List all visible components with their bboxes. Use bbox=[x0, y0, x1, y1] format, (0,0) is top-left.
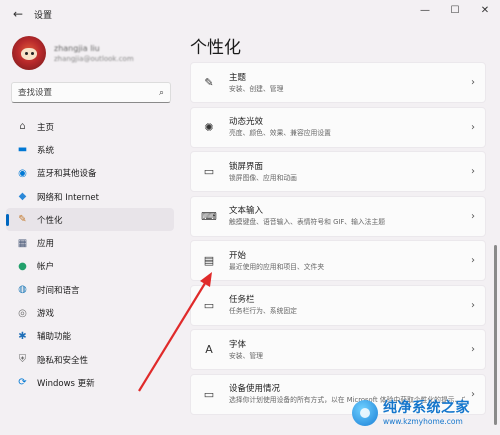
sidebar-item-11[interactable]: ⛨ 隐私和安全性 bbox=[6, 348, 174, 371]
sidebar-item-label: 主页 bbox=[37, 122, 55, 133]
gamepad-icon: ◎ bbox=[18, 307, 27, 319]
card-description: 亮度、颜色、效果、兼容应用设置 bbox=[229, 129, 331, 137]
monitor-icon: ▬ bbox=[17, 144, 28, 156]
card-title: 开始 bbox=[229, 250, 247, 261]
card-title: 任务栏 bbox=[229, 295, 255, 305]
windows-update-icon: ⟳ bbox=[18, 377, 27, 389]
chevron-right-icon: › bbox=[471, 210, 475, 222]
card-description: 锁屏图像、应用和动画 bbox=[229, 173, 297, 182]
sidebar-item-5[interactable]: ✎ 个性化 bbox=[6, 208, 174, 232]
keyboard-icon: ⌨ bbox=[201, 209, 217, 223]
close-button[interactable]: ✕ bbox=[470, 0, 500, 20]
user-profile[interactable]: zhangjia liu zhangjia@outlook.com bbox=[12, 36, 134, 70]
avatar[interactable] bbox=[12, 36, 46, 70]
fonts-icon: A bbox=[205, 343, 213, 356]
app-title: 设置 bbox=[34, 10, 53, 21]
settings-card-2[interactable]: ✺ 动态光效亮度、颜色、效果、兼容应用设置 › bbox=[190, 106, 486, 148]
card-title: 文本输入 bbox=[229, 206, 264, 216]
sidebar-item-12[interactable]: ⟳ Windows 更新 bbox=[6, 371, 174, 394]
settings-card-3[interactable]: ▭ 锁屏界面 锁屏图像、应用和动画 › bbox=[190, 151, 486, 192]
card-description: 安装、创建、管理 bbox=[229, 84, 284, 93]
device-usage-icon: ▭ bbox=[203, 387, 215, 401]
accessibility-icon: ✱ bbox=[18, 330, 27, 342]
profile-name: zhangjia liu bbox=[54, 43, 100, 53]
profile-email: zhangjia@outlook.com bbox=[54, 54, 134, 63]
settings-card-5[interactable]: ▤ 开始 最近使用的应用和项目、文件夹 › bbox=[190, 240, 486, 281]
sidebar-item-8[interactable]: ◍ 时间和语言 bbox=[6, 278, 174, 301]
search-input[interactable] bbox=[18, 87, 159, 98]
sidebar-item-label: 蓝牙和其他设备 bbox=[37, 169, 97, 180]
sidebar-item-3[interactable]: ◉ 蓝牙和其他设备 bbox=[6, 162, 174, 185]
window-controls: — ☐ ✕ bbox=[410, 0, 500, 22]
sidebar-item-label: 网络和 Internet bbox=[37, 192, 99, 203]
sidebar-item-label: 隐私和安全性 bbox=[37, 355, 89, 366]
sidebar-item-9[interactable]: ◎ 游戏 bbox=[6, 301, 174, 324]
dynamic-lighting-icon: ✺ bbox=[204, 120, 214, 134]
search-box[interactable]: ⌕ bbox=[11, 82, 171, 103]
sidebar-item-label: 个性化 bbox=[37, 215, 63, 226]
card-description: 最近使用的应用和项目、文件夹 bbox=[229, 262, 325, 271]
sidebar-item-10[interactable]: ✱ 辅助功能 bbox=[6, 325, 174, 348]
apps-icon: ▦ bbox=[17, 237, 28, 249]
search-icon[interactable]: ⌕ bbox=[159, 88, 164, 98]
sidebar-item-label: 系统 bbox=[37, 145, 55, 156]
settings-card-7[interactable]: A 字体 安装、管理 › bbox=[190, 329, 486, 370]
theme-brush-icon: ✎ bbox=[204, 76, 214, 89]
settings-card-1[interactable]: ✎ 主题 安装、创建、管理 › bbox=[190, 62, 486, 103]
sidebar-item-label: 游戏 bbox=[37, 309, 55, 320]
taskbar-icon: ▭ bbox=[203, 298, 215, 312]
paintbrush-icon: ✎ bbox=[18, 214, 27, 226]
bluetooth-devices-icon: ◉ bbox=[18, 167, 27, 179]
sidebar-nav: ⌂ 主页 ▬ 系统 ◉ 蓝牙和其他设备 ◆ 网络和 Internet ✎ 个性化 ▦ 应用 ● 帐户 ◍ 时间… bbox=[6, 115, 174, 395]
settings-card-6[interactable]: ▭ 任务栏任务栏行为、系统固定 › bbox=[190, 284, 486, 326]
wifi-icon: ◆ bbox=[18, 191, 27, 203]
globe-clock-icon: ◍ bbox=[18, 284, 27, 296]
maximize-button[interactable]: ☐ bbox=[440, 0, 470, 20]
card-title: 动态光效 bbox=[229, 117, 264, 127]
title-bar: ← 设置 — ☐ ✕ bbox=[0, 0, 500, 28]
sidebar-item-label: 应用 bbox=[37, 239, 55, 250]
back-arrow-icon[interactable]: ← bbox=[6, 2, 30, 26]
card-title: 锁屏界面 bbox=[229, 161, 264, 172]
chevron-right-icon: › bbox=[471, 77, 475, 88]
watermark: 纯净系统之家 www.kzmyhome.com bbox=[352, 394, 497, 432]
chevron-right-icon: › bbox=[471, 121, 475, 133]
minimize-button[interactable]: — bbox=[410, 0, 440, 20]
account-icon: ● bbox=[18, 260, 27, 272]
settings-card-4[interactable]: ⌨ 文本输入触摸键盘、语音输入、表情符号和 GIF、输入法主题 › bbox=[190, 195, 486, 237]
page-title: 个性化 bbox=[190, 38, 241, 58]
sidebar-item-6[interactable]: ▦ 应用 bbox=[6, 231, 174, 254]
start-menu-icon: ▤ bbox=[203, 254, 215, 267]
watermark-logo-icon bbox=[352, 400, 378, 426]
chevron-right-icon: › bbox=[471, 166, 475, 177]
sidebar-item-label: 辅助功能 bbox=[37, 332, 72, 343]
card-description: 触摸键盘、语音输入、表情符号和 GIF、输入法主题 bbox=[229, 218, 386, 226]
chevron-right-icon: › bbox=[471, 344, 475, 355]
shield-icon: ⛨ bbox=[18, 354, 27, 366]
sidebar-item-label: Windows 更新 bbox=[37, 378, 95, 389]
lock-screen-icon: ▭ bbox=[203, 165, 215, 178]
card-description: 安装、管理 bbox=[229, 351, 263, 360]
sidebar-item-4[interactable]: ◆ 网络和 Internet bbox=[6, 185, 174, 208]
watermark-url: www.kzmyhome.com bbox=[383, 416, 463, 426]
sidebar-item-label: 帐户 bbox=[37, 262, 55, 273]
settings-card-list: ✎ 主题 安装、创建、管理 › ✺ 动态光效亮度、颜色、效果、兼容应用设置 › ▭ 锁屏界面 锁屏… bbox=[190, 62, 486, 418]
card-title: 字体 bbox=[229, 339, 247, 350]
sidebar-item-label: 时间和语言 bbox=[37, 285, 80, 296]
card-title: 主题 bbox=[229, 72, 247, 83]
sidebar-item-7[interactable]: ● 帐户 bbox=[6, 255, 174, 278]
chevron-right-icon: › bbox=[471, 299, 475, 311]
chevron-right-icon: › bbox=[471, 255, 475, 266]
sidebar-item-2[interactable]: ▬ 系统 bbox=[6, 138, 174, 161]
card-description: 任务栏行为、系统固定 bbox=[229, 307, 297, 315]
sidebar-item-1[interactable]: ⌂ 主页 bbox=[6, 115, 174, 138]
home-icon: ⌂ bbox=[19, 121, 26, 133]
watermark-title: 纯净系统之家 bbox=[383, 399, 470, 416]
